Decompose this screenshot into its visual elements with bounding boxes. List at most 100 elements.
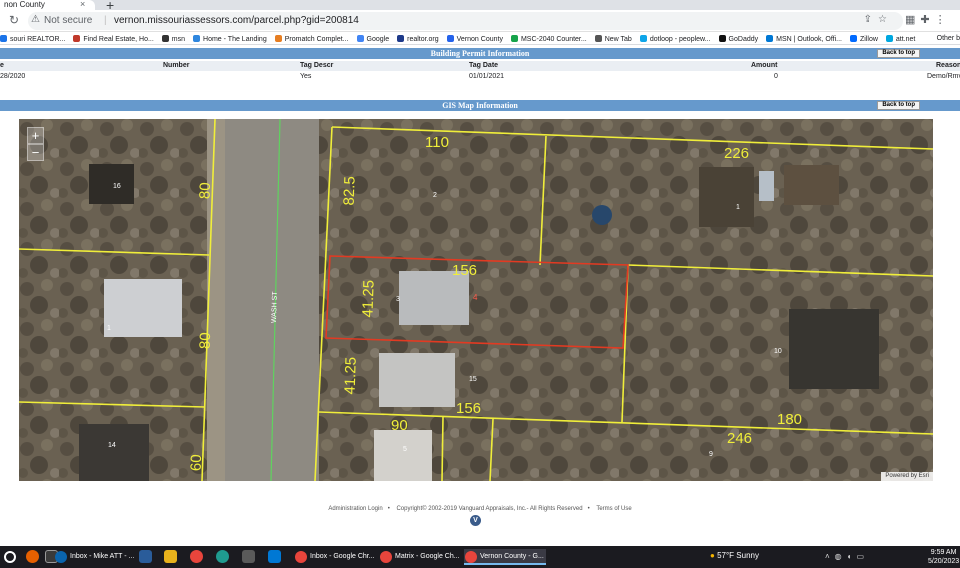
tab-vernon-county[interactable]: non County × — [0, 0, 95, 10]
share-icon[interactable]: ⇪ — [864, 14, 878, 25]
parcel-number: 16 — [113, 183, 121, 190]
parcel-number: 15 — [469, 376, 477, 383]
bookmark-item[interactable]: Promatch Complet... — [274, 33, 349, 44]
chevron-up-icon[interactable]: ˄ — [825, 552, 835, 561]
bookmark-favicon-icon — [594, 35, 602, 42]
battery-icon[interactable]: ▭ — [857, 552, 870, 561]
bookmark-item[interactable]: dotloop - peoplew... — [639, 33, 711, 44]
parcel-number-selected: 4 — [473, 293, 478, 302]
permit-col-reason: Reason — [936, 62, 960, 69]
url-text[interactable]: vernon.missouriassessors.com/parcel.php?… — [114, 15, 359, 26]
warning-icon[interactable]: ⚠ — [31, 14, 40, 25]
house-roof — [399, 271, 469, 325]
menu-icon[interactable]: ⋮ — [935, 14, 951, 26]
taskbar-app-outlook[interactable]: Inbox - Mike ATT - ... — [54, 549, 135, 565]
other-bookmarks[interactable]: Other b — [932, 32, 960, 44]
taskbar-app-label: Inbox - Mike ATT - ... — [70, 553, 135, 560]
bookmark-label: Find Real Estate, Ho... — [83, 36, 154, 43]
bookmark-favicon-icon — [446, 35, 454, 42]
bookmark-item[interactable]: realtor.org — [397, 33, 439, 44]
system-clock[interactable]: 9:59 AM 5/20/2023 — [928, 548, 959, 566]
powered-by-esri[interactable]: Powered by Esri — [881, 472, 933, 481]
bookmark-item[interactable]: GoDaddy — [718, 33, 758, 44]
volume-icon[interactable]: ◖ — [847, 552, 857, 561]
taskbar-app-label: Vernon County - G... — [480, 553, 544, 560]
bookmark-item[interactable]: souri REALTOR... — [0, 33, 65, 44]
dimension-label: 41.25 — [342, 357, 360, 395]
permit-col-number: Number — [163, 62, 190, 69]
bookmark-item[interactable]: Home - The Landing — [193, 33, 267, 44]
taskbar-app-chrome-inbox[interactable]: Inbox - Google Chr... — [294, 549, 375, 565]
bookmark-item[interactable]: msn — [161, 33, 186, 44]
permit-cell-tag-descr: Yes — [300, 73, 312, 80]
puzzle-icon[interactable]: ✚ — [920, 14, 934, 26]
address-bar[interactable]: ⚠ Not secure | vernon.missouriassessors.… — [28, 12, 903, 30]
bookmark-item[interactable]: MSN | Outlook, Offi... — [766, 33, 842, 44]
permit-cell-date: 28/2020 — [0, 73, 26, 80]
bookmark-favicon-icon — [161, 35, 169, 42]
bookmark-item[interactable]: New Tab — [594, 33, 632, 44]
bookmark-label: Promatch Complet... — [284, 36, 349, 43]
calendar-icon[interactable] — [139, 550, 152, 563]
gis-map[interactable]: 110 226 82.5 80 156 41.25 80 41.25 156 9… — [19, 119, 933, 481]
system-tray: ˄◍◖▭ — [825, 552, 869, 561]
bookmark-favicon-icon — [397, 35, 405, 42]
chrome-icon — [465, 551, 477, 563]
weather-widget[interactable]: ● 57°F Sunny — [710, 551, 759, 560]
file-explorer-icon[interactable] — [164, 550, 177, 563]
bookmark-label: msn — [171, 36, 186, 43]
clock-time: 9:59 AM — [930, 549, 957, 556]
bookmark-item[interactable]: MSC-2040 Counter... — [510, 33, 587, 44]
edge-icon[interactable] — [216, 550, 229, 563]
extensions-icon[interactable]: ▦ — [905, 14, 920, 26]
address-separator: | — [104, 15, 107, 26]
chrome-icon — [295, 551, 307, 563]
permit-back-to-top-button[interactable]: Back to top — [877, 49, 920, 58]
house-roof — [374, 430, 432, 481]
bookmark-label: MSC-2040 Counter... — [520, 36, 587, 43]
clock-date: 5/20/2023 — [928, 558, 960, 565]
zoom-out-button[interactable]: − — [27, 144, 44, 161]
not-secure-label[interactable]: Not secure — [44, 15, 92, 26]
network-icon[interactable]: ◍ — [835, 552, 847, 561]
bookmark-item[interactable]: att.net — [885, 33, 915, 44]
reload-icon[interactable]: ↻ — [9, 13, 19, 27]
dimension-label: 156 — [456, 400, 481, 417]
vanguard-logo-icon[interactable]: V — [470, 515, 481, 526]
zoom-in-button[interactable]: + — [27, 127, 44, 144]
bookmark-favicon-icon — [0, 35, 7, 42]
bookmark-item[interactable]: Zillow — [850, 33, 878, 44]
permit-cell-tag-date: 01/01/2021 — [469, 73, 505, 80]
tab-title: non County — [4, 0, 45, 9]
admin-login-link[interactable]: Administration Login — [328, 506, 382, 512]
taskbar-app-chrome-matrix[interactable]: Matrix - Google Ch... — [379, 549, 460, 565]
bookmark-favicon-icon — [193, 35, 201, 42]
search-icon[interactable] — [4, 551, 16, 563]
weather-temp: 57°F — [717, 551, 735, 560]
taskbar-app-label: Inbox - Google Chr... — [310, 553, 375, 560]
bookmark-favicon-icon — [885, 35, 893, 42]
extension-icons: ▦✚⋮ — [905, 13, 951, 26]
street-label: WASH ST — [271, 291, 279, 324]
dimension-label: 246 — [727, 430, 752, 447]
bookmark-favicon-icon — [639, 35, 647, 42]
dimension-label: 90 — [391, 417, 408, 434]
windows-taskbar: Inbox - Mike ATT - ... Inbox - Google Ch… — [0, 546, 960, 568]
bookmark-item[interactable]: Google — [356, 33, 389, 44]
photos-icon[interactable] — [268, 550, 281, 563]
firefox-icon[interactable] — [26, 550, 39, 563]
chrome-icon[interactable] — [190, 550, 203, 563]
terms-of-use-link[interactable]: Terms of Use — [596, 506, 631, 512]
close-icon[interactable]: × — [80, 0, 85, 9]
permit-section-header: Building Permit Information Back to top — [0, 48, 960, 59]
bookmark-item[interactable]: Vernon County — [446, 33, 503, 44]
dimension-label: 80 — [197, 332, 215, 349]
table-row: 28/2020 Yes 01/01/2021 0 Demo/Rmvl — [0, 72, 960, 82]
snipping-tool-icon[interactable] — [242, 550, 255, 563]
star-icon[interactable]: ☆ — [878, 14, 893, 25]
parcel-number: 1 — [107, 325, 111, 332]
gis-back-to-top-button[interactable]: Back to top — [877, 101, 920, 110]
bookmark-item[interactable]: Find Real Estate, Ho... — [73, 33, 154, 44]
bookmark-favicon-icon — [73, 35, 81, 42]
taskbar-app-chrome-vernon[interactable]: Vernon County - G... — [464, 549, 546, 565]
